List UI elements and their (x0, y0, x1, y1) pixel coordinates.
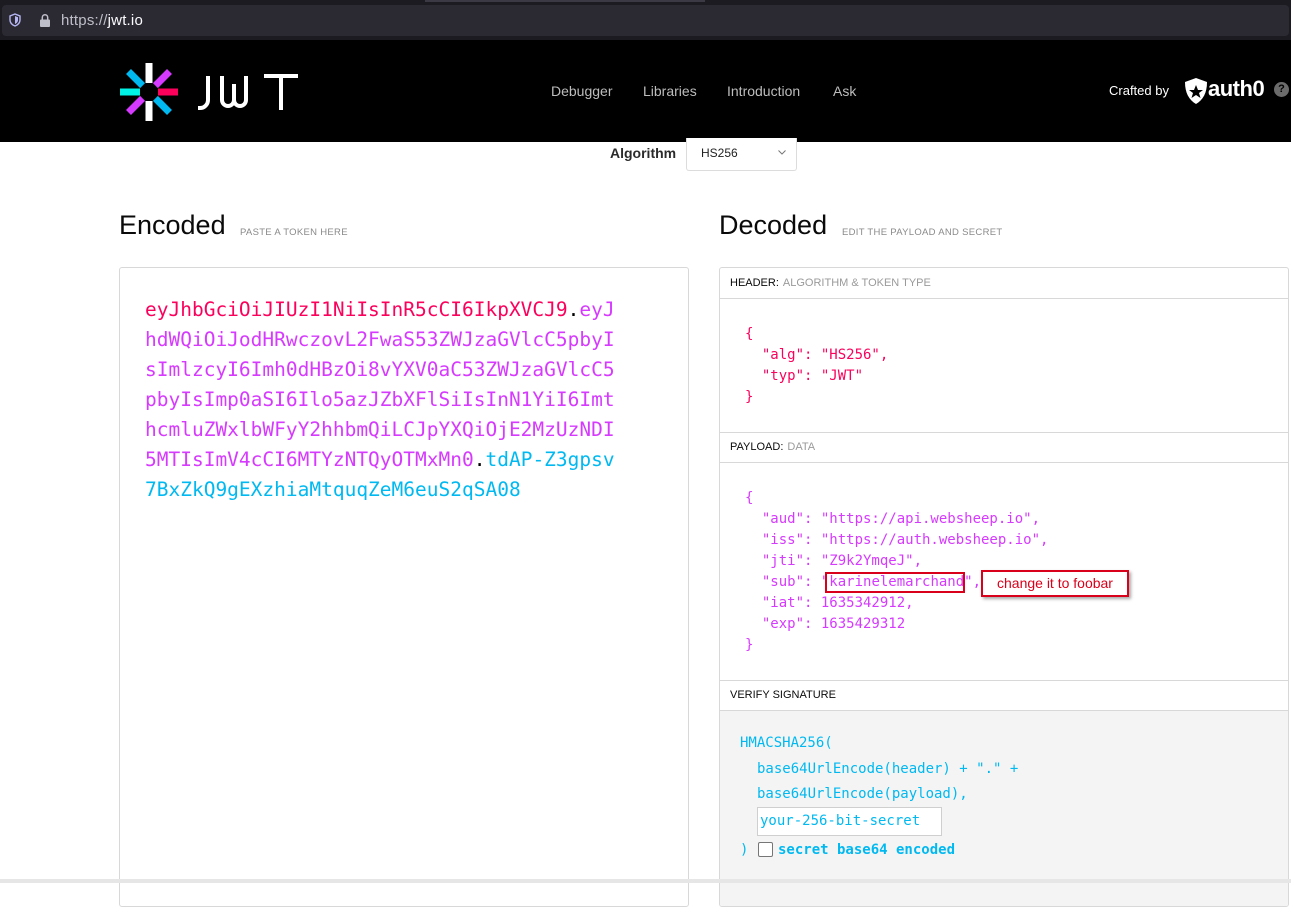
encoded-token-editor[interactable]: eyJhbGciOiJIUzI1NiIsInR5cCI6IkpXVCJ9.eyJ… (119, 267, 689, 907)
token-dot: . (473, 448, 486, 471)
token-header-part: eyJhbGciOiJIUzI1NiIsInR5cCI6IkpXVCJ9 (145, 298, 568, 321)
json-line: "aud": "https://api.websheep.io", (745, 511, 1041, 527)
token-dot: . (567, 298, 580, 321)
algorithm-value: HS256 (701, 146, 738, 160)
nav-debugger[interactable]: Debugger (551, 83, 613, 99)
secret-input[interactable]: your-256-bit-secret (757, 807, 942, 836)
verify-section-label: VERIFY SIGNATURE (730, 689, 836, 701)
payload-section-label: PAYLOAD: (730, 441, 784, 453)
auth0-wordmark[interactable]: auth0 (1208, 76, 1265, 102)
jwt-logo-icon[interactable] (118, 61, 180, 123)
verify-signature-body: HMACSHA256( base64UrlEncode(header) + ".… (720, 711, 1288, 906)
window-bottom-edge (0, 879, 1291, 883)
encoded-subtitle: PASTE A TOKEN HERE (240, 227, 348, 238)
json-line: } (745, 389, 754, 405)
algorithm-select[interactable]: HS256 (686, 138, 797, 171)
json-line: "alg": "HS256", (745, 347, 889, 363)
sub-end: ", (964, 574, 982, 590)
lock-icon[interactable] (38, 13, 52, 28)
auth0-shield-icon[interactable] (1183, 77, 1209, 105)
nav-ask[interactable]: Ask (833, 83, 856, 99)
hmac-close: ) (740, 842, 749, 858)
json-line: } (745, 637, 754, 653)
json-line: "exp": 1635429312 (745, 616, 906, 632)
url-text[interactable]: https://jwt.io (61, 12, 143, 29)
tracking-shield-icon[interactable] (8, 13, 22, 27)
json-line: "typ": "JWT" (745, 368, 864, 384)
verify-section-title: VERIFY SIGNATURE (720, 680, 1288, 711)
header-json-editor[interactable]: { "alg": "HS256", "typ": "JWT"} (745, 324, 888, 408)
jwt-wordmark-icon (198, 74, 298, 110)
chevron-down-icon (778, 150, 786, 155)
sub-key: "sub": " (745, 574, 830, 590)
browser-toolbar: https://jwt.io (0, 0, 1291, 40)
decoded-subtitle: EDIT THE PAYLOAD AND SECRET (842, 227, 1003, 238)
hmac-line-header: base64UrlEncode(header) + "." + (757, 761, 1019, 777)
json-line: { (745, 490, 754, 506)
url-scheme: https:// (61, 12, 108, 29)
annotation-highlight-box (825, 572, 965, 593)
annotation-note: change it to foobar (981, 570, 1129, 597)
nav-introduction[interactable]: Introduction (727, 83, 800, 99)
url-host: jwt.io (107, 12, 143, 29)
tab-indicator (425, 0, 705, 2)
help-icon[interactable]: ? (1274, 82, 1289, 97)
secret-base64-label: secret base64 encoded (778, 842, 956, 858)
token-payload-part: eyJhdWQiOiJodHRwczovL2FwaS53ZWJzaGVlcC5p… (145, 298, 615, 471)
encoded-token[interactable]: eyJhbGciOiJIUzI1NiIsInR5cCI6IkpXVCJ9.eyJ… (145, 295, 625, 505)
json-line: "jti": "Z9k2YmqeJ", (745, 553, 923, 569)
crafted-by-label: Crafted by (1109, 83, 1169, 98)
hmac-fn: HMACSHA256( (740, 735, 833, 751)
encoded-title: Encoded (119, 210, 226, 240)
payload-section-title: PAYLOAD: DATA (720, 432, 1288, 463)
secret-base64-checkbox[interactable] (758, 842, 773, 857)
payload-section-sub: DATA (787, 441, 816, 453)
hmac-line-payload: base64UrlEncode(payload), (757, 786, 968, 802)
decoded-title: Decoded (719, 210, 828, 240)
header-section-title: HEADER: ALGORITHM & TOKEN TYPE (720, 268, 1288, 299)
json-line: { (745, 326, 754, 342)
json-line: "iss": "https://auth.websheep.io", (745, 532, 1049, 548)
site-header: Debugger Libraries Introduction Ask Craf… (0, 40, 1291, 142)
address-bar[interactable] (2, 5, 1289, 36)
header-section-sub: ALGORITHM & TOKEN TYPE (782, 277, 931, 289)
header-section-label: HEADER: (730, 277, 779, 289)
algorithm-label: Algorithm (610, 145, 677, 161)
nav-libraries[interactable]: Libraries (643, 83, 697, 99)
